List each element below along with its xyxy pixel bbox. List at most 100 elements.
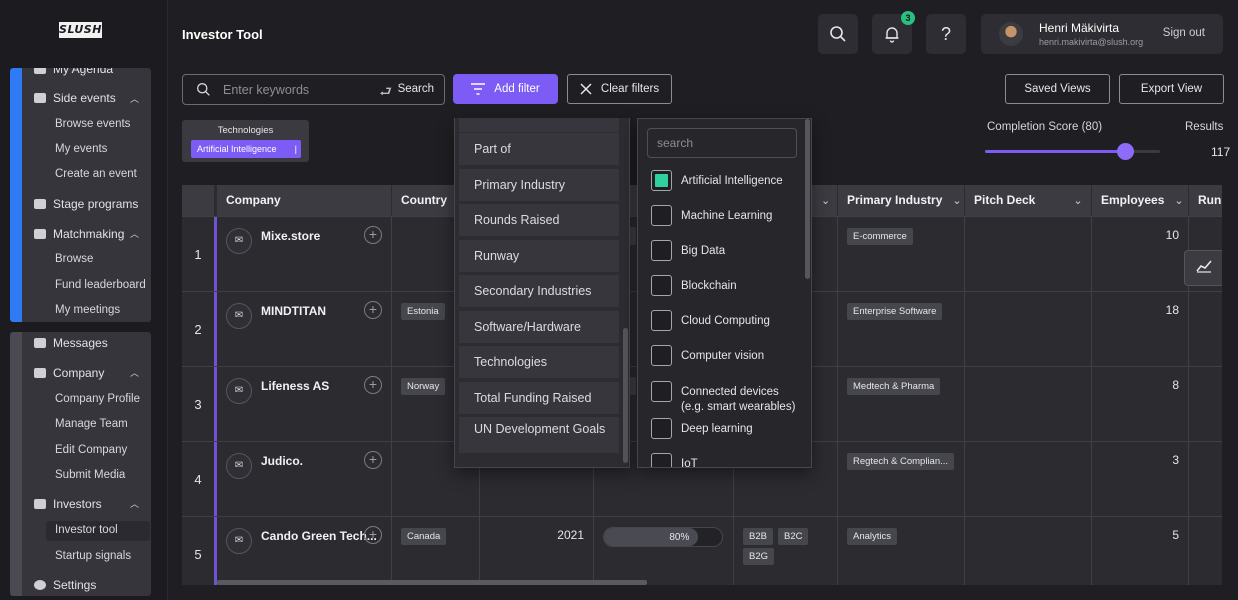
add-to-list-icon[interactable]: + <box>364 376 382 394</box>
sidebar-item-company-profile[interactable]: Company Profile <box>55 393 140 405</box>
sidebar-item-browse[interactable]: Browse <box>55 253 93 265</box>
filter-menu-scrollbar[interactable] <box>623 328 628 463</box>
option-big-data[interactable]: Big Data <box>651 240 725 261</box>
notifications-button[interactable]: 3 <box>872 11 915 54</box>
filter-field-option[interactable]: Total Funding Raised <box>459 382 619 414</box>
active-filter-technologies[interactable]: Technologies Artificial Intelligence | <box>182 120 309 162</box>
chevron-down-icon[interactable]: ⌄ <box>821 195 830 207</box>
checkbox[interactable] <box>651 418 672 439</box>
options-search-input[interactable]: search <box>647 128 797 158</box>
column-header-employees[interactable]: Employees ⌄ <box>1092 185 1189 216</box>
add-to-list-icon[interactable]: + <box>364 451 382 469</box>
sidebar-item-manage-team[interactable]: Manage Team <box>55 418 128 430</box>
filter-field-option[interactable]: Secondary Industries <box>459 275 619 307</box>
company-cell[interactable]: ✉ Mixe.store + <box>217 217 392 292</box>
company-cell[interactable]: ✉ Cando Green Tech... + <box>217 517 392 585</box>
sidebar-item-settings[interactable]: Settings <box>34 578 96 592</box>
company-name[interactable]: Mixe.store <box>261 229 320 243</box>
table-row[interactable]: 5 ✉ Cando Green Tech... + Canada 2021 80… <box>182 516 1222 585</box>
option-computer-vision[interactable]: Computer vision <box>651 345 764 366</box>
user-menu[interactable]: Henri Mäkivirta henri.makivirta@slush.or… <box>981 14 1223 54</box>
search-button[interactable] <box>818 14 858 54</box>
checkbox[interactable] <box>651 381 672 402</box>
sidebar-item-stage-programs[interactable]: Stage programs <box>34 197 138 211</box>
company-name[interactable]: Lifeness AS <box>261 379 329 393</box>
filter-field-option[interactable]: UN Development Goals <box>459 417 619 453</box>
export-view-button[interactable]: Export View <box>1119 74 1224 104</box>
chevron-up-icon[interactable]: ︿ <box>130 497 139 510</box>
option-deep-learning[interactable]: Deep learning <box>651 418 753 439</box>
sidebar-item-matchmaking[interactable]: Matchmaking <box>34 227 124 241</box>
option-blockchain[interactable]: Blockchain <box>651 275 737 296</box>
active-filter-chip[interactable]: Artificial Intelligence | <box>191 140 301 158</box>
filter-field-option[interactable]: Runway <box>459 240 619 272</box>
company-name[interactable]: Judico. <box>261 454 303 468</box>
checkbox[interactable] <box>651 275 672 296</box>
column-header-runway[interactable]: Run <box>1189 185 1222 216</box>
checkbox[interactable] <box>651 205 672 226</box>
sidebar-item-fund-leaderboard[interactable]: Fund leaderboard <box>55 279 146 291</box>
sidebar-item-investors[interactable]: Investors <box>34 497 102 511</box>
company-cell[interactable]: ✉ MINDTITAN + <box>217 292 392 367</box>
keyword-search[interactable]: Enter keywords ⮐ Search <box>182 74 445 105</box>
option-connected-devices[interactable]: Connected devices (e.g. smart wearables) <box>651 381 795 415</box>
company-name[interactable]: Cando Green Tech... <box>261 529 377 543</box>
chevron-down-icon[interactable]: ⌄ <box>1174 195 1183 207</box>
chevron-down-icon[interactable]: ⌄ <box>1073 195 1082 207</box>
slush-logo[interactable]: SLUSH <box>59 22 102 38</box>
sidebar-item-my-events[interactable]: My events <box>55 143 107 155</box>
clear-filters-button[interactable]: Clear filters <box>567 74 672 104</box>
checkbox[interactable] <box>651 240 672 261</box>
filter-field-option[interactable] <box>459 118 619 132</box>
sign-out-button[interactable]: Sign out <box>1163 27 1205 39</box>
sidebar-item-side-events[interactable]: Side events <box>34 91 116 105</box>
horizontal-scrollbar[interactable] <box>217 580 647 585</box>
column-header-company[interactable]: Company <box>217 185 392 216</box>
search-input[interactable]: Enter keywords <box>223 83 309 97</box>
checkbox-checked[interactable] <box>651 170 672 191</box>
add-to-list-icon[interactable]: + <box>364 226 382 244</box>
saved-views-button[interactable]: Saved Views <box>1005 74 1110 104</box>
slider-handle[interactable] <box>1117 143 1134 160</box>
sidebar-item-startup-signals[interactable]: Startup signals <box>55 550 131 562</box>
checkbox[interactable] <box>651 453 672 467</box>
completion-score-slider[interactable] <box>985 143 1160 160</box>
help-button[interactable]: ? <box>926 14 966 54</box>
filter-field-option[interactable]: Rounds Raised <box>459 204 619 236</box>
sidebar-item-messages[interactable]: Messages <box>34 336 108 350</box>
sidebar-item-investor-tool[interactable]: Investor tool <box>55 524 118 536</box>
filter-field-option[interactable]: Part of <box>459 133 619 165</box>
column-header-primary-industry[interactable]: Primary Industry ⌄ <box>838 185 965 216</box>
sidebar-item-edit-company[interactable]: Edit Company <box>55 444 127 456</box>
option-iot[interactable]: IoT <box>651 453 698 467</box>
company-cell[interactable]: ✉ Judico. + <box>217 442 392 517</box>
chevron-down-icon[interactable]: ⌄ <box>952 195 961 207</box>
add-to-list-icon[interactable]: + <box>364 301 382 319</box>
filter-field-option[interactable]: Primary Industry <box>459 169 619 201</box>
sidebar-item-submit-media[interactable]: Submit Media <box>55 469 125 481</box>
column-header-pitch-deck[interactable]: Pitch Deck ⌄ <box>965 185 1092 216</box>
sidebar-item-my-meetings[interactable]: My meetings <box>55 304 120 316</box>
sidebar-item-my-agenda[interactable]: My Agenda <box>34 68 113 76</box>
option-machine-learning[interactable]: Machine Learning <box>651 205 772 226</box>
search-submit-button[interactable]: Search <box>398 83 434 95</box>
filter-field-option[interactable]: Software/Hardware <box>459 311 619 343</box>
chart-toggle-button[interactable] <box>1184 250 1222 286</box>
option-cloud-computing[interactable]: Cloud Computing <box>651 310 770 331</box>
filter-field-option[interactable]: Technologies <box>459 346 619 378</box>
chevron-up-icon[interactable]: ︿ <box>130 366 139 379</box>
sidebar-item-label: Stage programs <box>53 197 139 211</box>
sidebar-item-browse-events[interactable]: Browse events <box>55 118 130 130</box>
sidebar-item-company[interactable]: Company <box>34 366 104 380</box>
chevron-up-icon[interactable]: ︿ <box>130 227 139 240</box>
add-to-list-icon[interactable]: + <box>364 526 382 544</box>
option-artificial-intelligence[interactable]: Artificial Intelligence <box>651 170 783 191</box>
checkbox[interactable] <box>651 310 672 331</box>
company-cell[interactable]: ✉ Lifeness AS + <box>217 367 392 442</box>
checkbox[interactable] <box>651 345 672 366</box>
chevron-up-icon[interactable]: ︿ <box>130 92 139 105</box>
company-name[interactable]: MINDTITAN <box>261 304 326 318</box>
add-filter-button[interactable]: Add filter <box>453 74 558 104</box>
sidebar-item-create-event[interactable]: Create an event <box>55 168 137 180</box>
options-scrollbar[interactable] <box>805 119 810 279</box>
